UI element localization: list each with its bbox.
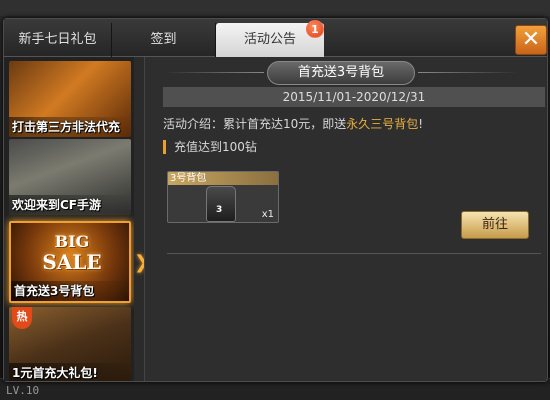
- big-sale-top-text: BIG: [54, 232, 90, 251]
- backpack-number: 3: [216, 205, 223, 215]
- event-panel: 新手七日礼包 签到 活动公告 1 ✕ 打击第三方非法代充 欢迎来到CF手游 BI…: [3, 18, 548, 382]
- event-banner-1yuan-gift[interactable]: 热 1元首充大礼包!: [9, 307, 131, 381]
- reward-item-card[interactable]: 3号背包 3 x1: [167, 171, 279, 223]
- player-level: LV.10: [6, 384, 40, 397]
- divider: [167, 253, 541, 254]
- banner-caption: 首充送3号背包: [11, 281, 129, 301]
- backpack-icon: 3: [206, 186, 236, 222]
- close-button[interactable]: ✕: [515, 25, 547, 55]
- tab-sign-in[interactable]: 签到: [112, 23, 216, 57]
- go-button[interactable]: 前往: [461, 211, 529, 239]
- reward-item-name: 3号背包: [168, 172, 278, 185]
- intro-prefix: 活动介绍：累计首充达10元，即送: [163, 117, 347, 131]
- event-list-sidebar: 打击第三方非法代充 欢迎来到CF手游 BIG SALE 首充送3号背包 热 1元…: [4, 57, 134, 381]
- reward-quantity: x1: [261, 209, 274, 220]
- event-intro: 活动介绍：累计首充达10元，即送永久三号背包!: [163, 115, 423, 132]
- tab-newbie-7day-gift[interactable]: 新手七日礼包: [4, 23, 112, 57]
- recharge-tier-label: 充值达到100钻: [163, 140, 257, 154]
- banner-caption: 打击第三方非法代充: [9, 117, 131, 137]
- intro-suffix: !: [418, 117, 424, 131]
- event-detail: 首充送3号背包 2015/11/01-2020/12/31 活动介绍：累计首充达…: [144, 57, 546, 381]
- top-hud-strip: [0, 0, 550, 16]
- event-date-range: 2015/11/01-2020/12/31: [163, 87, 545, 107]
- tab-bar: 新手七日礼包 签到 活动公告 1 ✕: [4, 19, 547, 57]
- event-banner-anti-third-party[interactable]: 打击第三方非法代充: [9, 61, 131, 137]
- notification-badge: 1: [306, 20, 324, 38]
- banner-caption: 欢迎来到CF手游: [9, 195, 131, 215]
- banner-caption: 1元首充大礼包!: [9, 363, 131, 381]
- intro-highlight: 永久三号背包: [346, 117, 419, 131]
- big-sale-logo: BIG SALE: [33, 233, 111, 279]
- hot-tag: 热: [12, 307, 32, 329]
- event-banner-first-recharge-backpack[interactable]: BIG SALE 首充送3号背包: [9, 221, 131, 303]
- event-title: 首充送3号背包: [164, 61, 518, 85]
- big-sale-bottom-text: SALE: [42, 250, 102, 274]
- event-banner-welcome[interactable]: 欢迎来到CF手游: [9, 139, 131, 215]
